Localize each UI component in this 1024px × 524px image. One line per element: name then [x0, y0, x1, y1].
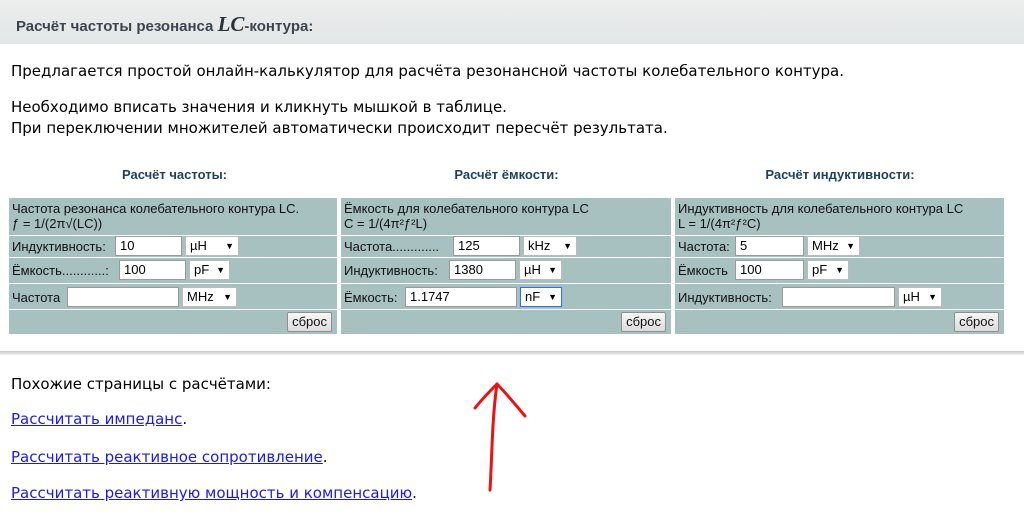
page-header: Расчёт частоты резонанса LC-контура: — [0, 0, 1024, 44]
chevron-down-icon: ▼ — [548, 292, 557, 302]
frequency-unit-select[interactable]: MHz ▼ — [182, 287, 237, 307]
frequency-unit-select[interactable]: kHz ▼ — [523, 236, 577, 256]
inductance-label: Индуктивность: — [678, 290, 772, 305]
frequency-capacitance-row: Ёмкость............: 100 pF ▼ — [9, 258, 337, 284]
title-text: Расчёт частоты резонанса — [16, 18, 218, 35]
capacitance-desc-row: Ёмкость для колебательного контура LC C =… — [341, 198, 671, 236]
similar-pages-heading: Похожие страницы с расчётами: — [11, 375, 271, 393]
frequency-result-input[interactable] — [67, 287, 179, 307]
inductance-result-input[interactable] — [782, 287, 895, 307]
frequency-input[interactable]: 125 — [453, 236, 520, 256]
inductance-reset-row: сброс — [675, 310, 1004, 334]
intro-line-1: Предлагается простой онлайн-калькулятор … — [11, 62, 844, 80]
capacitance-reset-row: сброс — [341, 310, 671, 334]
red-arrow-icon — [473, 382, 527, 492]
link-item: Рассчитать реактивную мощность и компенс… — [11, 484, 417, 502]
capacitance-input[interactable]: 100 — [735, 260, 804, 280]
capacitance-calc-title: Расчёт ёмкости: — [454, 167, 559, 182]
capacitance-calculator: Ёмкость для колебательного контура LC C =… — [341, 198, 671, 334]
chevron-down-icon: ▼ — [928, 292, 937, 302]
capacitance-inductance-row: Индуктивность: 1380 µH ▼ — [341, 258, 671, 284]
capacitance-desc: Ёмкость для колебательного контура LC C =… — [344, 201, 589, 231]
capacitance-result-input[interactable]: 1.1747 — [405, 287, 517, 307]
frequency-unit-select[interactable]: MHz ▼ — [807, 236, 860, 256]
inductance-capacitance-row: Ёмкость 100 pF ▼ — [675, 258, 1004, 284]
reactive-power-link[interactable]: Рассчитать реактивную мощность и компенс… — [11, 484, 412, 502]
inductance-calculator: Индуктивность для колебательного контура… — [675, 198, 1004, 334]
inductance-reset-button[interactable]: сброс — [954, 312, 999, 332]
inductance-frequency-row: Частота: 5 MHz ▼ — [675, 236, 1004, 258]
chevron-down-icon: ▼ — [563, 241, 572, 251]
inductance-unit-select[interactable]: µH ▼ — [519, 260, 562, 280]
capacitance-unit-select[interactable]: pF ▼ — [189, 260, 230, 280]
capacitance-reset-button[interactable]: сброс — [621, 312, 666, 332]
frequency-inductance-row: Индуктивность: 10 µH ▼ — [9, 236, 337, 258]
chevron-down-icon: ▼ — [225, 241, 234, 251]
chevron-down-icon: ▼ — [216, 265, 225, 275]
link-item: Рассчитать реактивное сопротивление. — [11, 448, 328, 466]
chevron-down-icon: ▼ — [835, 265, 844, 275]
capacitance-frequency-row: Частота............. 125 kHz ▼ — [341, 236, 671, 258]
capacitance-label: Ёмкость — [678, 263, 728, 278]
frequency-calculator: Частота резонанса колебательного контура… — [9, 198, 337, 334]
impedance-link[interactable]: Рассчитать импеданс — [11, 410, 182, 428]
chevron-down-icon: ▼ — [223, 292, 232, 302]
frequency-input[interactable]: 5 — [735, 236, 804, 256]
frequency-label: Частота — [12, 290, 61, 305]
chevron-down-icon: ▼ — [548, 265, 557, 275]
title-lc: LC — [217, 12, 245, 36]
section-divider — [0, 351, 1024, 355]
inductance-result-row: Индуктивность: µH ▼ — [675, 284, 1004, 310]
page-title: Расчёт частоты резонанса LC-контура: — [16, 12, 313, 37]
frequency-desc-row: Частота резонанса колебательного контура… — [9, 198, 337, 236]
chevron-down-icon: ▼ — [846, 241, 855, 251]
intro-line-3: При переключении множителей автоматическ… — [11, 119, 668, 137]
inductance-label: Индуктивность: — [12, 239, 106, 254]
frequency-label: Частота: — [678, 239, 730, 254]
frequency-result-row: Частота MHz ▼ — [9, 284, 337, 310]
inductance-input[interactable]: 1380 — [449, 260, 516, 280]
capacitance-result-row: Ёмкость: 1.1747 nF ▼ — [341, 284, 671, 310]
capacitance-label: Ёмкость............: — [12, 263, 109, 278]
capacitance-label: Ёмкость: — [344, 290, 398, 305]
frequency-calc-title: Расчёт частоты: — [122, 167, 227, 182]
inductance-input[interactable]: 10 — [115, 236, 182, 256]
inductance-unit-select[interactable]: µH ▼ — [185, 236, 239, 256]
capacitance-unit-select[interactable]: pF ▼ — [807, 260, 849, 280]
frequency-reset-button[interactable]: сброс — [287, 312, 332, 332]
frequency-desc: Частота резонанса колебательного контура… — [12, 201, 300, 231]
intro-line-2: Необходимо вписать значения и кликнуть м… — [11, 98, 507, 116]
capacitance-input[interactable]: 100 — [119, 260, 186, 280]
inductance-unit-select[interactable]: µH ▼ — [898, 287, 942, 307]
frequency-label: Частота............. — [344, 239, 440, 254]
link-item: Рассчитать импеданс. — [11, 410, 188, 428]
inductance-calc-title: Расчёт индуктивности: — [765, 167, 915, 182]
inductance-label: Индуктивность: — [344, 263, 438, 278]
frequency-reset-row: сброс — [9, 310, 337, 334]
inductance-desc-row: Индуктивность для колебательного контура… — [675, 198, 1004, 236]
inductance-desc: Индуктивность для колебательного контура… — [678, 201, 964, 231]
title-suffix: -контура: — [244, 18, 314, 35]
reactance-link[interactable]: Рассчитать реактивное сопротивление — [11, 448, 323, 466]
capacitance-unit-select[interactable]: nF ▼ — [520, 287, 562, 307]
